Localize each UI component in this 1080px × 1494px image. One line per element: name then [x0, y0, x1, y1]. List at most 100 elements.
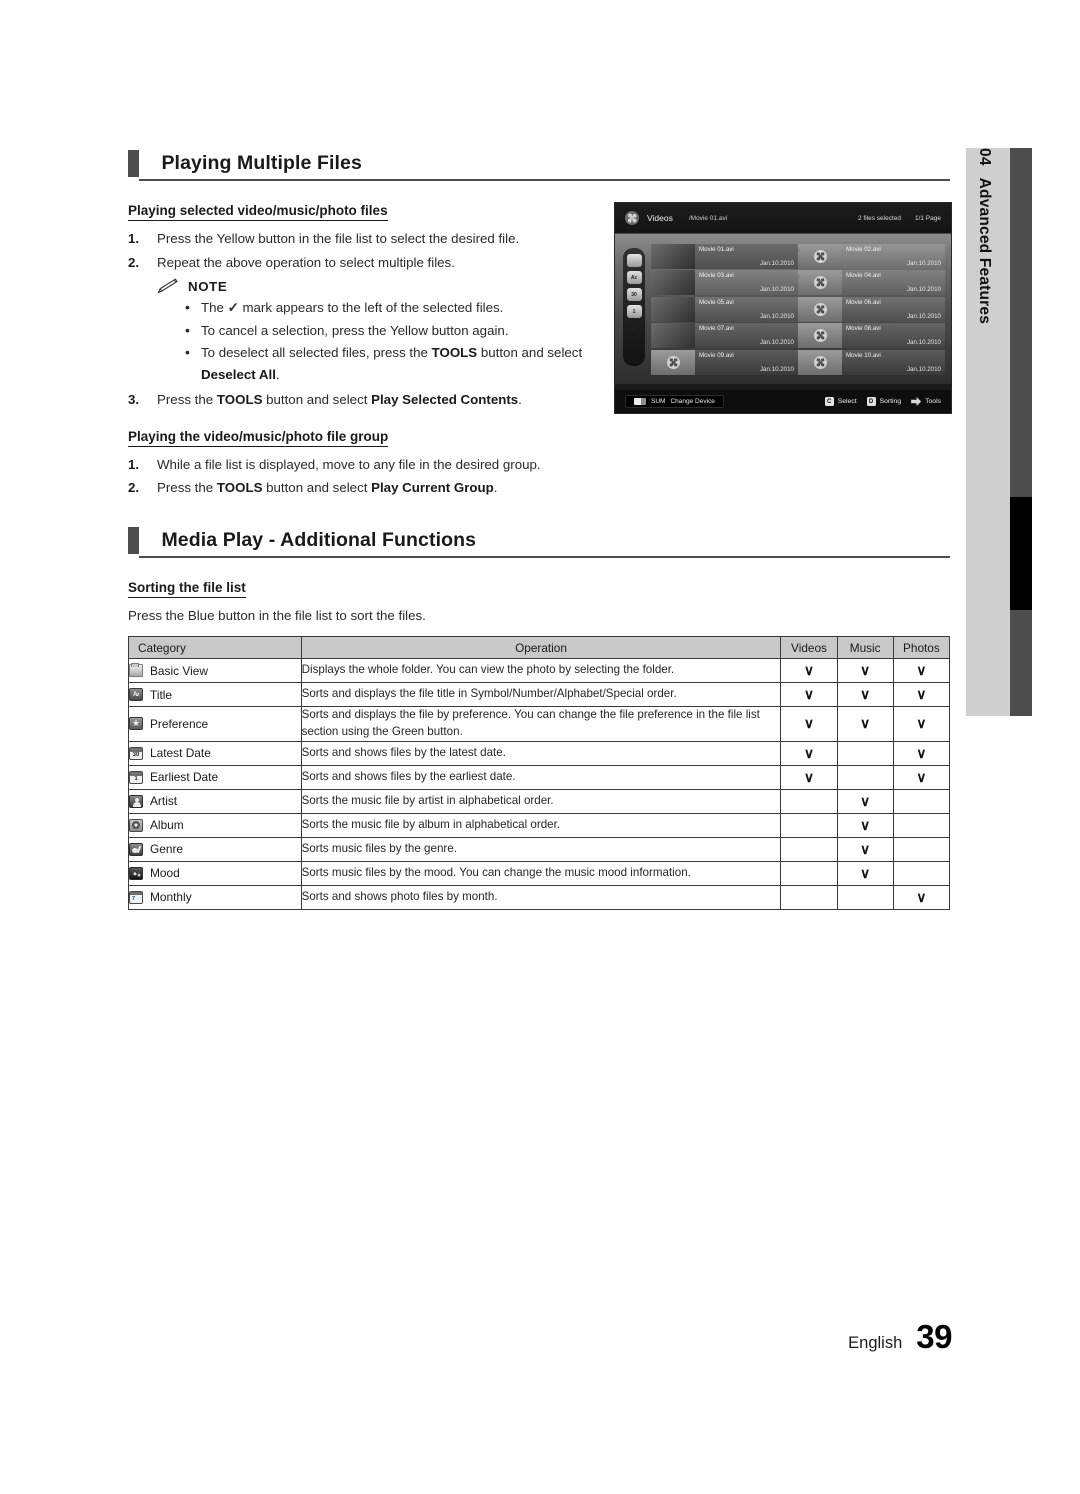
cell-music: ∨: [836, 682, 894, 708]
manual-page: 04 Advanced Features Videos /Movie 01.av…: [0, 0, 1080, 1494]
cell-operation: Sorts music files by the mood. You can c…: [300, 860, 782, 886]
cell-photos: ∨: [892, 658, 951, 684]
category-label: Artist: [150, 794, 178, 809]
cell-category: Genre: [128, 836, 302, 862]
cell-category: 7 Monthly: [128, 884, 302, 910]
cell-category: ★ Preference: [128, 706, 302, 742]
steps-list-selected-3: 3. Press the TOOLS button and select Pla…: [128, 389, 602, 411]
table-body: Basic View Displays the whole folder. You…: [128, 658, 951, 910]
cell-videos: [780, 836, 838, 862]
cell-music: [836, 764, 894, 790]
album-icon: [129, 818, 143, 832]
list-item: To deselect all selected files, press th…: [185, 341, 602, 385]
footer-language: English: [848, 1334, 903, 1352]
list-item: The ✓ mark appears to the left of the se…: [185, 296, 602, 319]
footer-page-number: 39: [916, 1318, 952, 1355]
list-item: 1. While a file list is displayed, move …: [128, 454, 618, 476]
content-column: Playing Multiple Files Playing selected …: [128, 150, 951, 910]
chapter-number: 04: [976, 148, 993, 166]
list-item: 2. Press the TOOLS button and select Pla…: [128, 477, 618, 499]
note-items: The ✓ mark appears to the left of the se…: [157, 296, 602, 385]
cell-photos: ∨: [892, 706, 951, 742]
steps-list-selected: 1. Press the Yellow button in the file l…: [128, 228, 602, 273]
cell-operation: Sorts and shows files by the earliest da…: [300, 764, 782, 790]
list-item: 2. Repeat the above operation to select …: [128, 252, 602, 274]
table-row: 1 Earliest Date Sorts and shows files by t…: [128, 764, 951, 790]
cell-operation: Displays the whole folder. You can view …: [300, 658, 782, 684]
cell-operation: Sorts the music file by album in alphabe…: [300, 812, 782, 838]
subheading-file-group: Playing the video/music/photo file group: [128, 429, 389, 447]
chapter-label: Advanced Features: [976, 177, 993, 325]
cell-photos: ∨: [892, 884, 951, 910]
step-number: 1.: [128, 231, 140, 246]
step-number: 2.: [128, 480, 140, 496]
table-row: Artist Sorts the music file by artist in …: [128, 788, 951, 814]
cell-music: [836, 740, 894, 766]
table-header: Category Operation Videos Music Photos: [128, 636, 951, 660]
sorting-intro-text: Press the Blue button in the file list t…: [128, 607, 426, 623]
cell-photos: [892, 860, 951, 886]
cell-category: Artist: [128, 788, 302, 814]
page-footer: English 39: [0, 1318, 1080, 1356]
cell-category: Basic View: [128, 658, 302, 684]
cell-operation: Sorts and displays the file by preferenc…: [300, 706, 782, 742]
heading-accent-bar: [128, 526, 139, 554]
section-heading-media-play-additional: Media Play - Additional Functions: [128, 526, 950, 558]
cell-photos: [892, 812, 951, 838]
table-row: Album Sorts the music file by album in al…: [128, 812, 951, 838]
list-item: 1. Press the Yellow button in the file l…: [128, 228, 602, 250]
note-label: NOTE: [188, 278, 228, 294]
table-row: Mood Sorts music files by the mood. You c…: [128, 860, 951, 886]
step-text: Press the TOOLS button and select Play S…: [157, 392, 522, 408]
earliest-date-icon: 1: [129, 770, 143, 784]
cell-category: Album: [128, 812, 302, 838]
cell-operation: Sorts music files by the genre.: [300, 836, 782, 862]
category-label: Basic View: [150, 663, 208, 678]
sorting-options-table: Category Operation Videos Music Photos B…: [128, 636, 951, 910]
note-block: NOTE The ✓ mark appears to the left of t…: [157, 278, 602, 385]
cell-music: ∨: [836, 788, 894, 814]
cell-videos: [780, 812, 838, 838]
cell-operation: Sorts and shows files by the latest date…: [300, 740, 782, 766]
step-text: While a file list is displayed, move to …: [157, 456, 541, 472]
cell-operation: Sorts and displays the file title in Sym…: [300, 682, 782, 708]
cell-category: 1 Earliest Date: [128, 764, 302, 790]
category-label: Genre: [150, 842, 184, 857]
step-number: 3.: [128, 392, 140, 408]
column-header-music: Music: [836, 636, 894, 660]
category-label: Preference: [150, 716, 209, 731]
cell-music: [836, 884, 894, 910]
folder-icon: [129, 663, 143, 678]
cell-music: ∨: [836, 706, 894, 742]
cell-videos: ∨: [780, 740, 838, 766]
steps-list-group: 1. While a file list is displayed, move …: [128, 454, 618, 499]
pencil-icon: [157, 278, 179, 294]
column-header-photos: Photos: [892, 636, 951, 660]
list-item: To cancel a selection, press the Yellow …: [185, 319, 602, 342]
star-icon: ★: [129, 717, 143, 731]
category-label: Album: [150, 818, 184, 833]
title-az-icon: Az: [129, 688, 143, 702]
category-label: Earliest Date: [150, 770, 219, 785]
category-label: Monthly: [150, 890, 192, 905]
cell-videos: ∨: [780, 764, 838, 790]
cell-videos: [780, 788, 838, 814]
cell-photos: ∨: [892, 740, 951, 766]
cell-category: 30 Latest Date: [128, 740, 302, 766]
table-header-row: Category Operation Videos Music Photos: [128, 636, 951, 660]
category-label: Title: [150, 687, 173, 702]
table-row: 30 Latest Date Sorts and shows files by th…: [128, 740, 951, 766]
subheading-sorting-file-list: Sorting the file list: [128, 580, 246, 598]
table-row: ★ Preference Sorts and displays the file b…: [128, 706, 951, 742]
section-heading-playing-multiple-files: Playing Multiple Files: [128, 150, 950, 181]
list-item: 3. Press the TOOLS button and select Pla…: [128, 389, 602, 411]
step-text: Repeat the above operation to select mul…: [157, 254, 455, 270]
cell-videos: ∨: [780, 706, 838, 742]
cell-music: ∨: [836, 860, 894, 886]
cell-videos: [780, 884, 838, 910]
category-label: Latest Date: [150, 746, 211, 761]
genre-icon: [129, 842, 143, 856]
cell-music: ∨: [836, 812, 894, 838]
cell-music: ∨: [836, 658, 894, 684]
cell-videos: ∨: [780, 658, 838, 684]
